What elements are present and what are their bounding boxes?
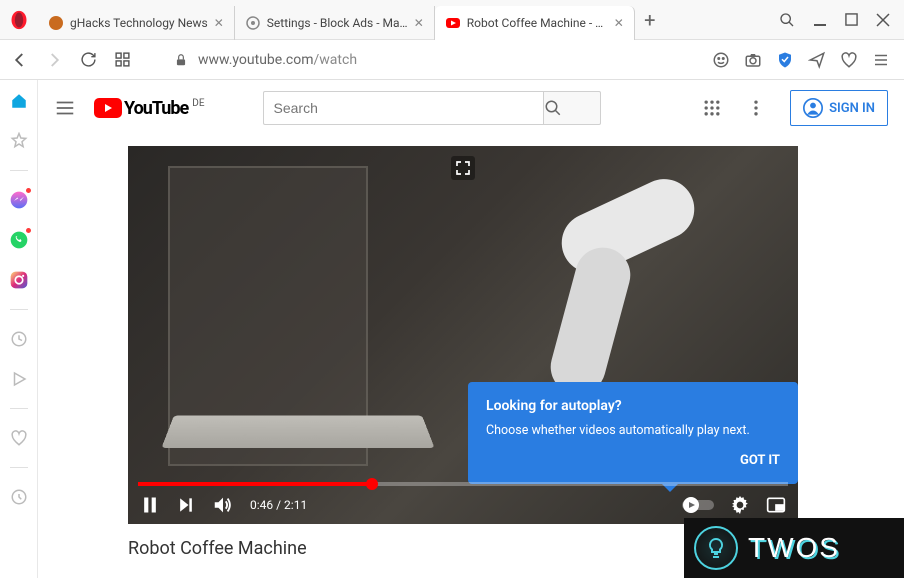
youtube-header: YouTube DE SIGN IN	[38, 80, 904, 136]
sidebar-messenger[interactable]	[8, 189, 30, 211]
watermark-text: TWOS	[748, 532, 840, 564]
sidebar-heart[interactable]	[8, 427, 30, 449]
volume-button[interactable]	[212, 494, 234, 516]
search-input[interactable]	[263, 91, 543, 125]
signin-button[interactable]: SIGN IN	[790, 90, 888, 126]
search-button[interactable]	[543, 91, 601, 125]
reload-button[interactable]	[76, 51, 100, 68]
close-icon[interactable]: ✕	[614, 16, 624, 30]
url-domain: www.youtube.com	[198, 52, 314, 68]
shield-icon[interactable]	[776, 51, 794, 69]
tooltip-title: Looking for autoplay?	[486, 398, 780, 414]
youtube-logo[interactable]: YouTube DE	[94, 98, 205, 119]
sidebar-whatsapp[interactable]	[8, 229, 30, 251]
pause-button[interactable]	[140, 495, 160, 515]
camera-icon[interactable]	[744, 51, 762, 69]
video-player[interactable]: Looking for autoplay? Choose whether vid…	[128, 146, 798, 524]
apps-icon[interactable]	[702, 98, 722, 118]
sidebar-bookmarks[interactable]	[8, 130, 30, 152]
tab-1[interactable]: Settings - Block Ads - Man… ✕	[235, 6, 435, 40]
time-display: 0:46 / 2:11	[250, 498, 307, 512]
url-path: /watch	[314, 52, 358, 68]
miniplayer-icon[interactable]	[766, 495, 786, 515]
smiley-icon[interactable]	[712, 51, 730, 69]
hamburger-icon[interactable]	[54, 97, 76, 119]
search-icon[interactable]	[779, 12, 795, 28]
tabs-bar: gHacks Technology News ✕ Settings - Bloc…	[38, 0, 779, 39]
sidebar-play[interactable]	[8, 368, 30, 390]
close-window-icon[interactable]	[876, 13, 890, 27]
tooltip-body: Choose whether videos automatically play…	[486, 422, 780, 440]
forward-button[interactable]	[42, 51, 66, 69]
tab-2[interactable]: Robot Coffee Machine - Yo… ✕	[435, 6, 635, 40]
favicon-settings	[245, 15, 261, 31]
tab-0[interactable]: gHacks Technology News ✕	[38, 6, 235, 40]
next-button[interactable]	[176, 495, 196, 515]
window-controls	[779, 12, 904, 28]
user-icon	[803, 98, 823, 118]
favicon-youtube	[445, 15, 461, 31]
back-button[interactable]	[8, 51, 32, 69]
autoplay-tooltip: Looking for autoplay? Choose whether vid…	[468, 382, 798, 485]
minimize-icon[interactable]	[813, 13, 827, 27]
signin-label: SIGN IN	[829, 101, 875, 116]
opera-logo[interactable]	[0, 0, 38, 40]
expand-icon[interactable]	[451, 156, 475, 180]
tooltip-action-button[interactable]: GOT IT	[486, 453, 780, 468]
heart-icon[interactable]	[840, 51, 858, 69]
send-icon[interactable]	[808, 51, 826, 69]
maximize-icon[interactable]	[845, 13, 858, 26]
youtube-brand: YouTube	[124, 98, 188, 119]
tab-title: Settings - Block Ads - Man…	[267, 16, 408, 30]
tab-title: Robot Coffee Machine - Yo…	[467, 16, 608, 30]
lock-icon[interactable]	[174, 53, 188, 67]
speed-dial-icon[interactable]	[110, 51, 134, 68]
close-icon[interactable]: ✕	[414, 16, 424, 30]
youtube-region: DE	[192, 98, 204, 109]
autoplay-toggle[interactable]	[682, 496, 714, 514]
sidebar-home[interactable]	[8, 90, 30, 112]
menu-icon[interactable]	[872, 51, 890, 69]
lightbulb-icon	[694, 526, 738, 570]
more-icon[interactable]	[746, 98, 766, 118]
sidebar-clock[interactable]	[8, 486, 30, 508]
youtube-play-icon	[94, 98, 122, 118]
sidebar	[0, 80, 38, 578]
favicon-ghacks	[48, 15, 64, 31]
tab-title: gHacks Technology News	[70, 16, 208, 30]
sidebar-history[interactable]	[8, 328, 30, 350]
watermark: TWOS	[684, 518, 904, 578]
settings-icon[interactable]	[730, 495, 750, 515]
new-tab-button[interactable]: +	[635, 8, 665, 32]
url-display[interactable]: www.youtube.com/watch	[198, 52, 357, 68]
close-icon[interactable]: ✕	[214, 16, 224, 30]
sidebar-instagram[interactable]	[8, 269, 30, 291]
